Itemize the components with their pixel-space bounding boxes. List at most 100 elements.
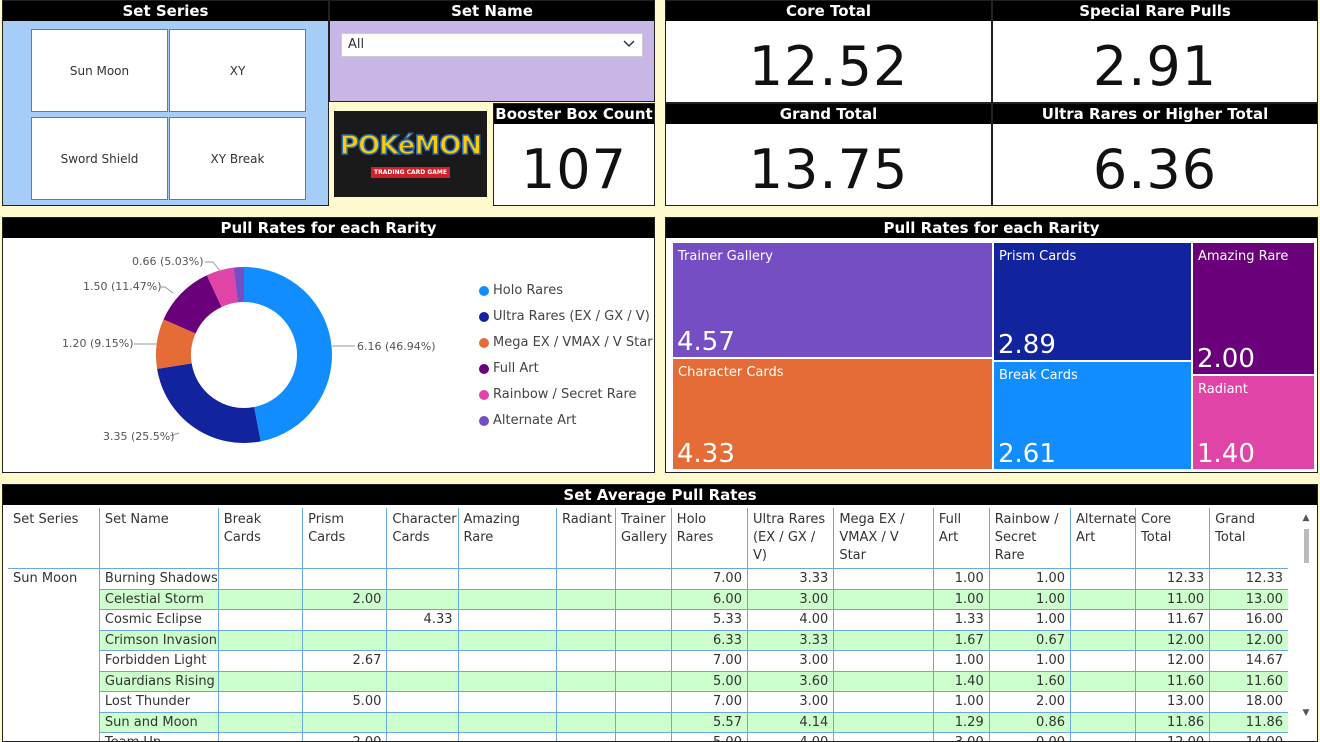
table-cell: 12.00 — [1209, 629, 1288, 651]
column-header[interactable]: Character Cards — [386, 508, 458, 569]
table-cell — [614, 732, 672, 741]
core-total-card: Core Total 12.52 — [665, 0, 992, 103]
booster-box-value: 107 — [520, 138, 628, 201]
scroll-down-icon[interactable]: ▼ — [1301, 708, 1311, 718]
set-series-slicer: Set Series Sun Moon XY Sword Shield XY B… — [2, 0, 329, 206]
legend-label: Ultra Rares (EX / GX / V) — [493, 309, 650, 324]
table-cell: 2.00 — [302, 732, 387, 741]
table-cell: 14.00 — [1209, 732, 1288, 741]
series-option-xy[interactable]: XY — [169, 29, 306, 112]
series-group-blank — [8, 589, 99, 610]
series-group-blank — [8, 610, 99, 631]
column-header[interactable]: Trainer Gallery — [614, 508, 672, 569]
table-cell — [1069, 691, 1136, 712]
table-cell: 11.60 — [1209, 670, 1288, 692]
table-cell — [833, 732, 934, 741]
chevron-down-icon — [622, 36, 636, 58]
column-header[interactable]: Core Total — [1135, 508, 1210, 569]
table-row[interactable]: Guardians Rising 5.00 3.60 1.40 1.60 11.60 11.… — [8, 670, 1288, 692]
table-row[interactable]: Lost Thunder 5.00 7.00 3.00 1.00 2.00 13.00 18.… — [8, 691, 1288, 712]
table-cell: 7.00 — [670, 691, 748, 712]
legend-item[interactable]: Full Art — [479, 361, 539, 376]
table-row[interactable]: Sun and Moon 5.57 4.14 1.29 0.86 11.86 11.86 — [8, 711, 1288, 733]
treemap-value: 4.33 — [677, 439, 735, 469]
table-cell — [302, 629, 387, 651]
table-row[interactable]: Crimson Invasion 6.33 3.33 1.67 0.67 12.00 12.… — [8, 629, 1288, 651]
column-header[interactable]: Full Art — [932, 508, 990, 569]
pull-rates-table-panel: Set Average Pull Rates Set Series Set Nam… — [2, 484, 1318, 742]
table-cell — [386, 650, 458, 671]
table-scroll-area[interactable]: Set Series Set Name Break Cards Prism Cards… — [8, 508, 1288, 742]
treemap-tile-trainer-gallery[interactable]: Trainer Gallery 4.57 — [672, 242, 993, 358]
table-cell — [457, 629, 557, 651]
legend-item[interactable]: Rainbow / Secret Rare — [479, 387, 637, 402]
core-total-label: Core Total — [666, 1, 991, 21]
series-option-sword-shield[interactable]: Sword Shield — [31, 117, 168, 200]
column-header[interactable]: Radiant — [556, 508, 616, 569]
treemap-tile-break-cards[interactable]: Break Cards 2.61 — [993, 361, 1192, 470]
table-cell: 3.33 — [746, 568, 834, 589]
column-header[interactable]: Set Name — [98, 508, 219, 569]
table-scrollbar[interactable]: ▲ ▼ — [1301, 513, 1311, 718]
table-row[interactable]: Celestial Storm 2.00 6.00 3.00 1.00 1.00 11.00… — [8, 588, 1288, 610]
series-option-sun-moon[interactable]: Sun Moon — [31, 29, 168, 112]
table-cell — [457, 711, 557, 733]
table-cell: 12.33 — [1209, 568, 1288, 589]
treemap-tile-amazing-rare[interactable]: Amazing Rare 2.00 — [1192, 242, 1315, 375]
treemap-tile-prism-cards[interactable]: Prism Cards 2.89 — [993, 242, 1192, 361]
table-cell — [614, 650, 672, 671]
treemap-name: Prism Cards — [999, 249, 1077, 264]
treemap-value: 2.00 — [1197, 344, 1255, 374]
table-cell — [614, 691, 672, 712]
treemap-tile-radiant[interactable]: Radiant 1.40 — [1192, 375, 1315, 470]
column-header[interactable]: Rainbow / Secret Rare — [988, 508, 1071, 569]
series-group-blank — [8, 733, 99, 742]
table-cell: 1.67 — [932, 629, 990, 651]
column-header[interactable]: Prism Cards — [302, 508, 387, 569]
legend-label: Mega EX / VMAX / V Star — [493, 335, 653, 350]
table-cell — [1069, 732, 1136, 741]
scroll-up-icon[interactable]: ▲ — [1301, 513, 1311, 523]
column-header[interactable]: Alternate Art — [1069, 508, 1136, 569]
column-header[interactable]: Grand Total — [1209, 508, 1288, 569]
column-header[interactable]: Amazing Rare — [457, 508, 557, 569]
table-cell — [833, 711, 934, 733]
column-header[interactable]: Set Series — [8, 508, 99, 569]
legend-label: Alternate Art — [493, 413, 577, 428]
table-cell — [217, 732, 303, 741]
table-cell: 7.00 — [670, 650, 748, 671]
column-header[interactable]: Holo Rares — [670, 508, 748, 569]
column-header[interactable]: Break Cards — [217, 508, 303, 569]
table-cell: 1.00 — [932, 691, 990, 712]
legend-item[interactable]: Holo Rares — [479, 283, 563, 298]
table-row[interactable]: Cosmic Eclipse 4.33 5.33 4.00 1.33 1.00 11.67 1… — [8, 609, 1288, 631]
legend-item[interactable]: Mega EX / VMAX / V Star — [479, 335, 653, 350]
donut-label-ultra: 3.35 (25.5%) — [103, 430, 175, 443]
set-name-cell: Celestial Storm — [98, 588, 219, 610]
table-row[interactable]: Forbidden Light 2.67 7.00 3.00 1.00 1.00 12.00… — [8, 650, 1288, 671]
grand-total-label: Grand Total — [666, 104, 991, 124]
series-option-xy-break[interactable]: XY Break — [169, 117, 306, 200]
table-cell: 6.00 — [670, 588, 748, 610]
set-name-dropdown[interactable]: All — [341, 33, 643, 57]
treemap-value: 1.40 — [1197, 439, 1255, 469]
treemap-panel: Pull Rates for each Rarity Trainer Galle… — [665, 217, 1318, 473]
grand-total-value: 13.75 — [748, 138, 909, 201]
column-header[interactable]: Ultra Rares (EX / GX / V) — [746, 508, 834, 569]
table-row[interactable]: Team Up 2.00 5.004.00 3.000.00 12.0014.00 — [8, 732, 1288, 742]
series-group-blank — [8, 671, 99, 692]
legend-item[interactable]: Alternate Art — [479, 413, 576, 428]
table-row[interactable]: Sun Moon Burning Shadows 7.00 3.33 1.00 1.00 1… — [8, 568, 1288, 589]
column-header[interactable]: Mega EX / VMAX / V Star — [833, 508, 934, 569]
treemap-tile-character-cards[interactable]: Character Cards 4.33 — [672, 358, 993, 470]
table-cell: 3.00 — [746, 588, 834, 610]
scroll-thumb[interactable] — [1303, 529, 1309, 563]
table-cell — [217, 609, 303, 630]
table-cell: 1.00 — [988, 609, 1071, 630]
donut-slice-holo-rares[interactable] — [244, 267, 332, 442]
table-cell — [833, 609, 934, 630]
table-cell — [556, 568, 616, 589]
legend-item[interactable]: Ultra Rares (EX / GX / V) — [479, 309, 650, 324]
table-cell — [386, 711, 458, 733]
table-cell — [302, 609, 387, 630]
